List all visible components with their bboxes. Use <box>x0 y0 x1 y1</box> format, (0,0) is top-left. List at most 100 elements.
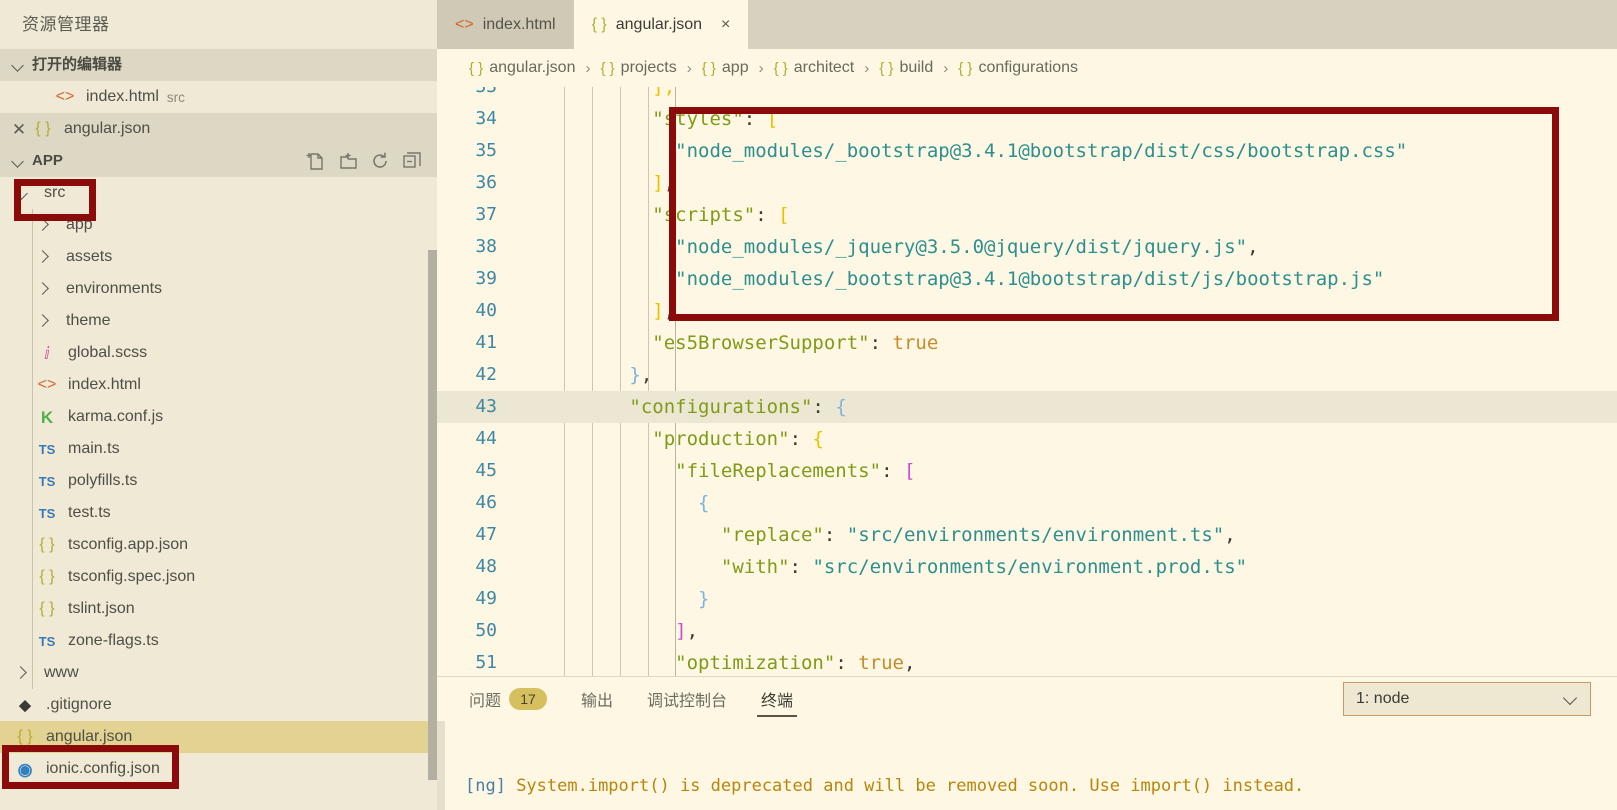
tree-item-global-scss[interactable]: ⅈ global.scss <box>0 337 437 369</box>
terminal-output[interactable]: [ng] System.import() is deprecated and w… <box>437 721 1617 810</box>
code-text: "production": { <box>515 423 1617 455</box>
json-icon: { } <box>39 600 55 617</box>
chevron-down-icon[interactable] <box>12 183 32 203</box>
new-folder-icon[interactable] <box>337 150 359 172</box>
code-line: 39 "node_modules/_bootstrap@3.4.1@bootst… <box>437 263 1617 295</box>
chevron-right-icon[interactable] <box>34 311 54 331</box>
breadcrumb-label: app <box>721 59 749 76</box>
tree-item-angular-json[interactable]: { } angular.json <box>0 721 437 753</box>
section-app[interactable]: APP <box>0 145 437 177</box>
code-token: : <box>835 652 859 674</box>
ts-icon: TS <box>38 505 56 521</box>
tree-item-app[interactable]: app <box>0 209 437 241</box>
tree-item-theme[interactable]: theme <box>0 305 437 337</box>
section-app-label: APP <box>32 152 63 169</box>
code-line: 33 ], <box>437 87 1617 103</box>
tree-item-label: environments <box>66 280 163 297</box>
code-token: : <box>812 396 836 418</box>
terminal-selector[interactable]: 1: node <box>1343 682 1591 716</box>
tree-item-src[interactable]: src <box>0 177 437 209</box>
tree-item-tsconfig-spec-json[interactable]: { } tsconfig.spec.json <box>0 561 437 593</box>
tree-item-label: tslint.json <box>68 600 135 617</box>
sidebar-scrollbar[interactable] <box>428 250 437 780</box>
tree-item-tsconfig-app-json[interactable]: { } tsconfig.app.json <box>0 529 437 561</box>
panel-tab-problems[interactable]: 问题 17 <box>465 677 551 721</box>
code-editor[interactable]: 33 ],34 "styles": [35 "node_modules/_boo… <box>437 87 1617 676</box>
section-open-editors[interactable]: 打开的编辑器 <box>0 49 437 81</box>
breadcrumb-label: build <box>899 59 934 76</box>
explorer-actions <box>305 150 437 172</box>
tree-item-label: main.ts <box>68 440 120 457</box>
code-line: 43 "configurations": { <box>437 391 1617 423</box>
tab-angular-json[interactable]: { } angular.json × <box>573 0 749 49</box>
problems-count-badge: 17 <box>509 688 548 710</box>
open-editor-index-html[interactable]: <> index.html src <box>0 81 437 113</box>
code-line: 38 "node_modules/_jquery@3.5.0@jquery/di… <box>437 231 1617 263</box>
panel-tab-terminal[interactable]: 终端 <box>757 677 798 721</box>
tree-item-test-ts[interactable]: TS test.ts <box>0 497 437 529</box>
tab-index-html[interactable]: <> index.html <box>437 0 574 49</box>
panel-tab-output[interactable]: 输出 <box>577 677 617 721</box>
code-text: } <box>515 583 1617 615</box>
json-icon: { } <box>600 59 615 77</box>
line-number: 40 <box>475 300 497 321</box>
breadcrumb-item-app[interactable]: { } app <box>702 59 749 77</box>
close-icon[interactable]: ✕ <box>8 121 30 138</box>
tree-item-tslint-json[interactable]: { } tslint.json <box>0 593 437 625</box>
editor-area: <> index.html { } angular.json × { } ang… <box>437 0 1617 810</box>
tree-item-zone-flags-ts[interactable]: TS zone-flags.ts <box>0 625 437 657</box>
code-token: : <box>869 332 893 354</box>
line-number: 45 <box>475 460 497 481</box>
chevron-down-icon <box>8 151 28 171</box>
tree-item-polyfills-ts[interactable]: TS polyfills.ts <box>0 465 437 497</box>
panel-tab-debug-console[interactable]: 调试控制台 <box>643 677 731 721</box>
tree-item-environments[interactable]: environments <box>0 273 437 305</box>
code-token: ] <box>652 300 664 322</box>
chevron-right-icon[interactable] <box>34 279 54 299</box>
code-line: 42 }, <box>437 359 1617 391</box>
tree-item-www[interactable]: www <box>0 657 437 689</box>
new-file-icon[interactable] <box>305 150 327 172</box>
line-number: 48 <box>475 556 497 577</box>
code-line: 36 ], <box>437 167 1617 199</box>
terminal-text: System.import() is deprecated and will b… <box>505 776 1305 796</box>
breadcrumb-item-projects[interactable]: { } projects <box>600 59 676 77</box>
code-line: 49 } <box>437 583 1617 615</box>
json-icon: { } <box>39 536 55 553</box>
tree-item-assets[interactable]: assets <box>0 241 437 273</box>
chevron-right-icon[interactable] <box>12 663 32 683</box>
terminal-line: [ng] System.import() is deprecated and w… <box>465 773 1617 799</box>
tree-item-gitignore[interactable]: ◆ .gitignore <box>0 689 437 721</box>
line-number: 38 <box>475 236 497 257</box>
breadcrumb-item-angular-json[interactable]: { } angular.json <box>469 59 575 77</box>
code-token: "node_modules/_bootstrap@3.4.1@bootstrap… <box>675 140 1408 162</box>
chevron-right-icon[interactable] <box>34 247 54 267</box>
karma-icon: K <box>40 407 54 427</box>
json-icon: { } <box>469 59 484 77</box>
open-editor-angular-json[interactable]: ✕ { } angular.json <box>0 113 437 145</box>
breadcrumb-item-build[interactable]: { } build <box>879 59 933 77</box>
code-token: , <box>1224 524 1236 546</box>
refresh-icon[interactable] <box>369 150 391 172</box>
tree-item-karma-conf-js[interactable]: K karma.conf.js <box>0 401 437 433</box>
json-icon: { } <box>879 59 894 77</box>
line-number: 47 <box>475 524 497 545</box>
code-text: "node_modules/_bootstrap@3.4.1@bootstrap… <box>515 263 1617 295</box>
json-icon: { } <box>701 59 716 77</box>
line-number: 42 <box>475 364 497 385</box>
code-line: 48 "with": "src/environments/environment… <box>437 551 1617 583</box>
collapse-all-icon[interactable] <box>401 150 423 172</box>
tab-label: angular.json <box>615 15 703 33</box>
tree-item-index-html[interactable]: <> index.html <box>0 369 437 401</box>
chevron-right-icon[interactable] <box>34 215 54 235</box>
tree-item-ionic-config-json[interactable]: ◉ ionic.config.json <box>0 753 437 785</box>
breadcrumb-item-architect[interactable]: { } architect <box>774 59 855 77</box>
line-number: 36 <box>475 172 497 193</box>
tree-item-main-ts[interactable]: TS main.ts <box>0 433 437 465</box>
close-icon[interactable]: × <box>721 16 730 33</box>
breadcrumb-item-configurations[interactable]: { } configurations <box>958 59 1078 77</box>
